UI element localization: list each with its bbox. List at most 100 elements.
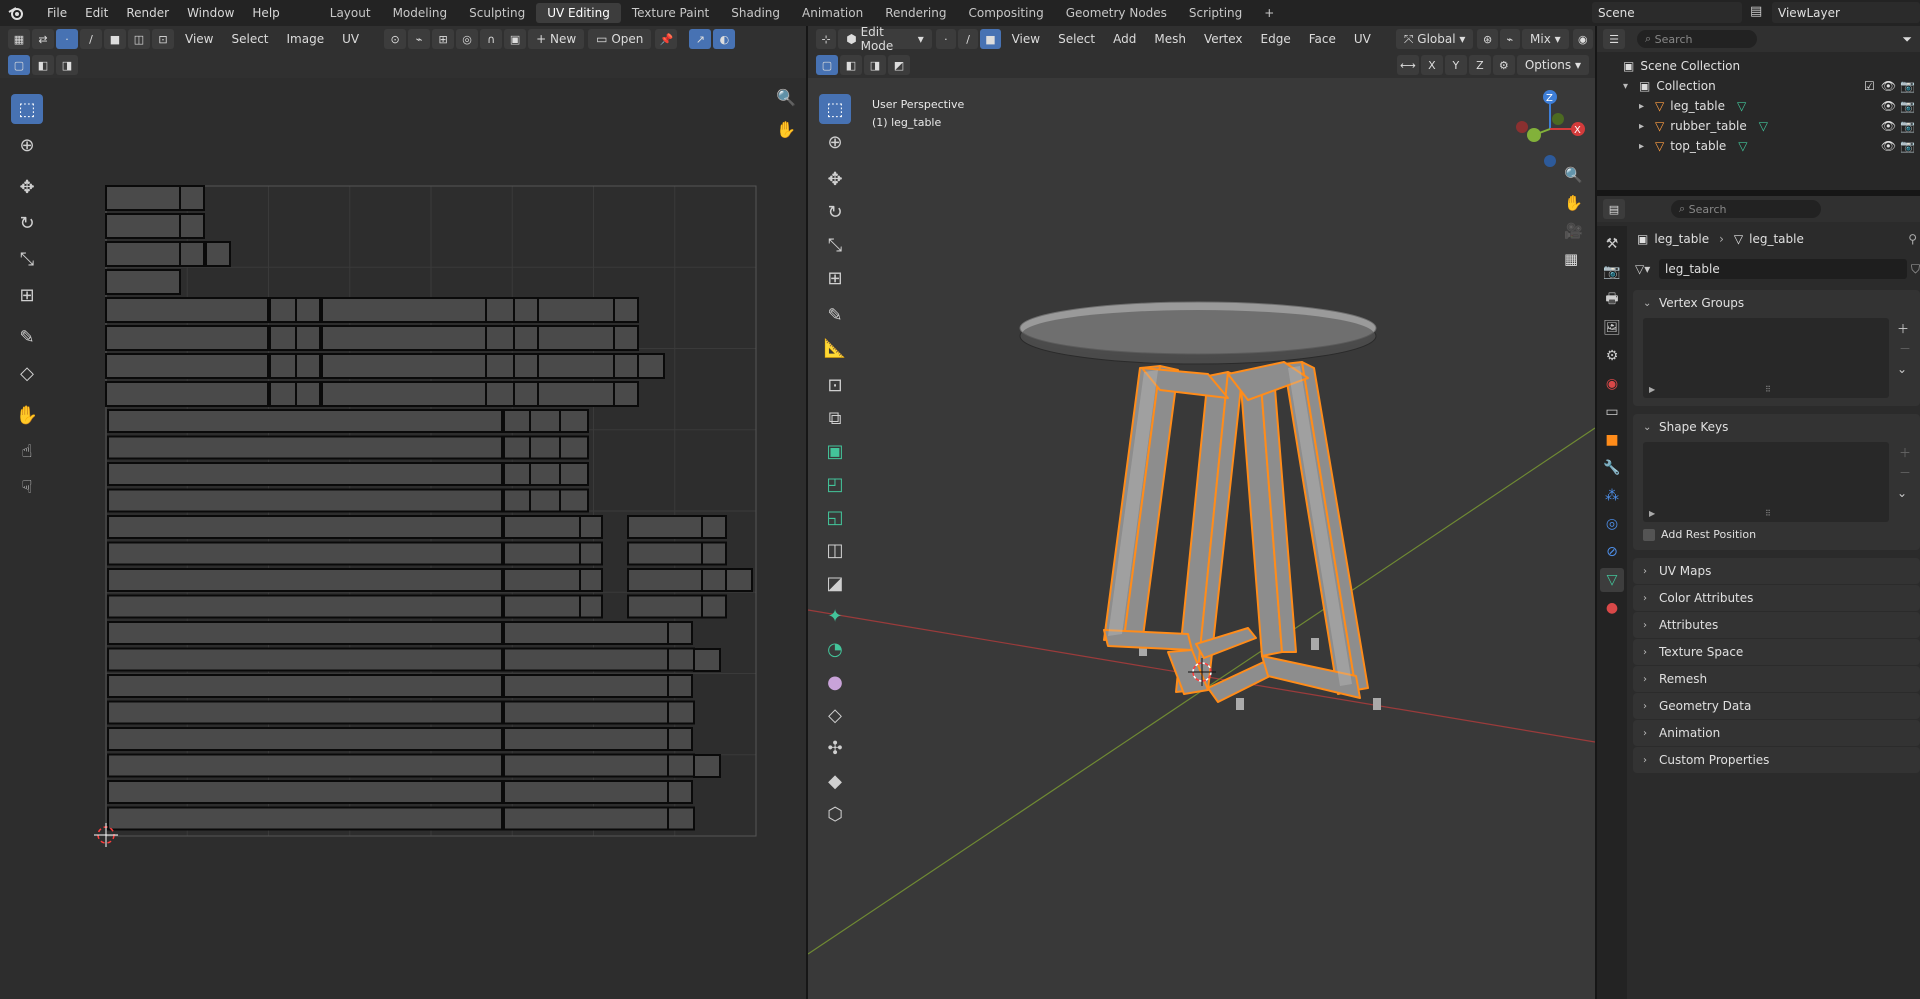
vp-menu-uv[interactable]: UV [1345,32,1380,46]
menu-window[interactable]: Window [178,6,243,20]
shear-tool-icon[interactable]: ⬡ [819,799,851,829]
menu-help[interactable]: Help [243,6,288,20]
mirror-z[interactable]: Z [1468,55,1491,75]
uv-menu-image[interactable]: Image [278,32,334,46]
eye-icon[interactable]: 👁 [1881,119,1896,133]
inset-icon[interactable]: ▣ [819,436,851,466]
tab-geometry-nodes[interactable]: Geometry Nodes [1055,3,1178,23]
outliner-object-row[interactable]: ▸ ▽ rubber_table ▽ 👁 📷 [1605,116,1915,136]
knife-icon[interactable]: ◫ [819,535,851,565]
chevron-right-icon[interactable]: ▸ [1639,101,1651,112]
vertex-mode-icon[interactable]: · [935,29,957,49]
tab-shading[interactable]: Shading [720,3,791,23]
vp-select-subtract-icon[interactable]: ◨ [864,55,886,75]
shape-keys-header[interactable]: ⌄ Shape Keys [1633,414,1920,440]
vp-menu-face[interactable]: Face [1300,32,1345,46]
list-resize-icon[interactable]: ⠿ [1765,509,1771,518]
shape-key-menu-icon[interactable]: ⌄ [1897,486,1907,500]
add-vertex-group-icon[interactable]: ＋ [1897,320,1909,337]
face-mode-icon[interactable]: ■ [980,29,1001,49]
vertex-select-icon[interactable]: · [56,29,78,49]
blender-logo-icon[interactable] [8,5,24,21]
world-tab-icon[interactable]: ◉ [1600,372,1624,396]
menu-file[interactable]: File [38,6,76,20]
vp-menu-select[interactable]: Select [1049,32,1104,46]
outliner-object-row[interactable]: ▸ ▽ leg_table ▽ 👁 📷 [1605,96,1915,116]
collection-tab-icon[interactable]: ▭ [1600,400,1624,424]
uv-canvas[interactable]: ⬚ ⊕ ✥ ↻ ⤡ ⊞ ✎ ◇ ✋ ☝ ☟ 🔍 ✋ [0,78,806,999]
measure-icon[interactable]: 📐 [819,333,851,363]
vp-menu-add[interactable]: Add [1104,32,1145,46]
add-cube-icon[interactable]: ⊡ [819,370,851,400]
fake-user-icon[interactable]: ⛉ [1911,262,1920,277]
vp-select-invert-icon[interactable]: ◩ [888,55,910,75]
tab-layout[interactable]: Layout [319,3,382,23]
vp-pan-icon[interactable]: ✋ [1564,194,1583,212]
particles-tab-icon[interactable]: ⁂ [1600,484,1624,508]
editor-type-icon[interactable]: ▦ [8,29,30,49]
eye-icon[interactable]: 👁 [1881,139,1896,153]
vp-menu-view[interactable]: View [1003,32,1049,46]
vp-menu-vertex[interactable]: Vertex [1195,32,1252,46]
smooth-icon[interactable]: ◔ [819,634,851,664]
select-mode-new-icon[interactable]: ▢ [8,55,30,75]
vp-transform-icon[interactable]: ⊞ [819,263,851,293]
shape-keys-list[interactable]: ▶ ⠿ [1643,442,1889,522]
remove-vertex-group-icon[interactable]: － [1899,340,1911,357]
camera-view-icon[interactable]: 🎥 [1564,222,1583,240]
pin-icon[interactable]: 📌 [655,29,678,49]
ortho-toggle-icon[interactable]: ▦ [1564,250,1583,268]
view-layer-icon[interactable]: ▤ [1750,4,1768,22]
spin-icon[interactable]: ✦ [819,601,851,631]
tab-animation[interactable]: Animation [791,3,874,23]
properties-editor-icon[interactable]: ▤ [1603,199,1625,219]
mirror-x[interactable]: X [1420,55,1443,75]
tab-modeling[interactable]: Modeling [382,3,459,23]
vp-menu-edge[interactable]: Edge [1252,32,1300,46]
camera-icon[interactable]: 📷 [1900,99,1915,113]
checkbox-icon[interactable]: ☑ [1864,79,1875,93]
view-layer-tab-icon[interactable]: 🖼 [1600,316,1624,340]
vp-select-new-icon[interactable]: ▢ [816,55,838,75]
render-tab-icon[interactable]: 📷 [1600,260,1624,284]
texture-space-panel[interactable]: › Texture Space [1633,639,1920,665]
collection-row[interactable]: ▾ ▣ Collection ☑ 👁 📷 [1605,76,1915,96]
vp-select-extend-icon[interactable]: ◧ [840,55,862,75]
scene-tab-icon[interactable]: ⚙ [1600,344,1624,368]
vp-zoom-icon[interactable]: 🔍 [1564,166,1583,184]
output-tab-icon[interactable]: 🖶 [1600,288,1624,312]
vp-menu-mesh[interactable]: Mesh [1145,32,1195,46]
mesh-options-icon[interactable]: ⚙ [1492,55,1515,75]
eye-icon[interactable]: 👁 [1881,99,1896,113]
loop-cut-icon[interactable]: ◱ [819,502,851,532]
vp-annotate-icon[interactable]: ✎ [819,300,851,330]
chevron-right-icon[interactable]: ▸ [1639,141,1651,152]
vp-select-box-icon[interactable]: ⬚ [819,94,851,124]
uv-menu-select[interactable]: Select [222,32,277,46]
camera-icon[interactable]: 📷 [1900,139,1915,153]
mesh-name-field[interactable]: leg_table [1659,259,1907,279]
add-shape-key-icon[interactable]: ＋ [1899,444,1911,461]
custom-properties-panel[interactable]: › Custom Properties [1633,747,1920,773]
pivot-icon[interactable]: ⊙ [384,29,407,49]
vp-cursor-icon[interactable]: ⊕ [819,127,851,157]
list-resize-icon[interactable]: ⠿ [1765,385,1771,394]
tab-texture-paint[interactable]: Texture Paint [621,3,720,23]
viewport-editor-type-icon[interactable]: ⊹ [816,29,837,49]
add-rest-position-row[interactable]: Add Rest Position [1643,528,1756,541]
tab-uv-editing[interactable]: UV Editing [536,3,621,23]
shrink-fatten-icon[interactable]: ● [819,667,851,697]
animation-panel[interactable]: › Animation [1633,720,1920,746]
poly-build-icon[interactable]: ◪ [819,568,851,598]
add-workspace-icon[interactable]: + [1253,3,1285,23]
mesh-browse-icon[interactable]: ▽▾ [1635,262,1659,276]
proportional-edit-icon[interactable]: ◎ [456,29,479,49]
select-mode-extend-icon[interactable]: ◧ [32,55,54,75]
pivot-point-icon[interactable]: ⊛ [1477,29,1498,49]
add-rest-position-checkbox[interactable] [1643,528,1655,541]
vp-scale-icon[interactable]: ⤡ [819,230,851,260]
sticky-select-icon[interactable]: ⊡ [152,29,174,49]
remesh-panel[interactable]: › Remesh [1633,666,1920,692]
physics-tab-icon[interactable]: ◎ [1600,512,1624,536]
color-attributes-panel[interactable]: › Color Attributes [1633,585,1920,611]
